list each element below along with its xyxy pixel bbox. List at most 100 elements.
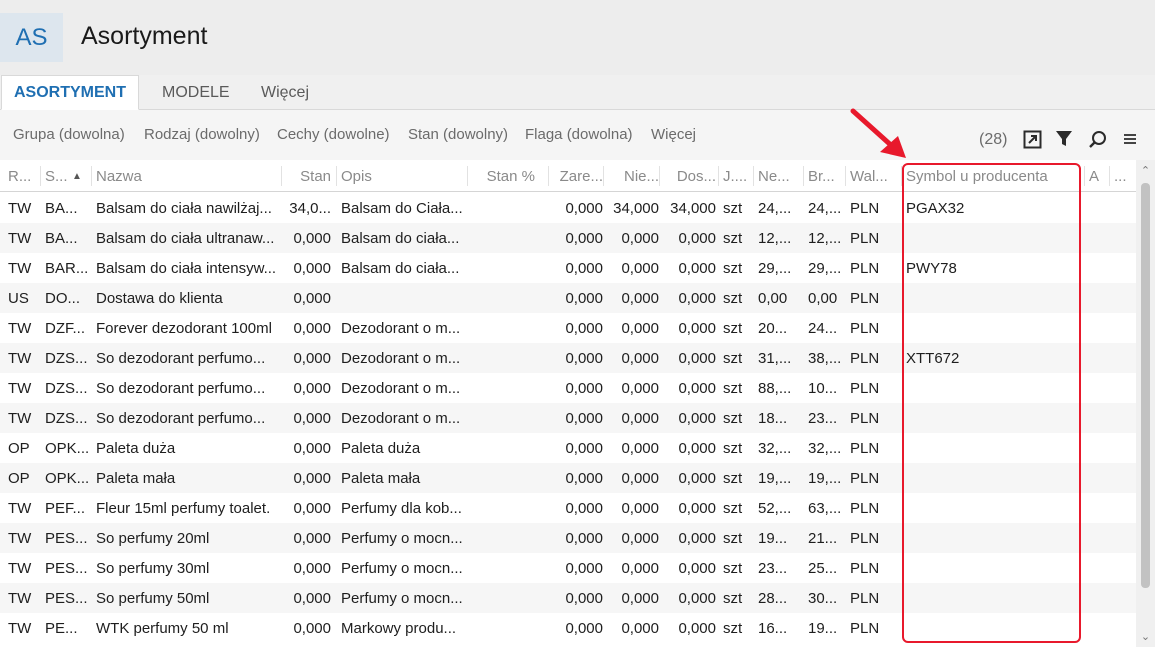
- cell-a: [1089, 223, 1107, 253]
- cell-undelivered: 0,000: [621, 229, 659, 247]
- cell-type: TW: [8, 559, 32, 577]
- cell-stock: 0,000: [293, 439, 331, 457]
- header-col-manufacturer-symbol[interactable]: Symbol u producenta: [906, 160, 1081, 192]
- table-row[interactable]: TW PEF... Fleur 15ml perfumy toalet. 0,000 P…: [0, 493, 1136, 523]
- column-separator[interactable]: [603, 166, 604, 186]
- table-row[interactable]: TW PES... So perfumy 50ml 0,000 Perfumy o mo…: [0, 583, 1136, 613]
- column-separator[interactable]: [845, 166, 846, 186]
- menu-icon[interactable]: [1119, 128, 1141, 150]
- column-separator[interactable]: [1084, 166, 1085, 186]
- cell-reserved: 0,000: [565, 409, 603, 427]
- header-col-unit[interactable]: J....: [723, 160, 747, 192]
- filter-group[interactable]: Grupa (dowolna): [13, 126, 125, 143]
- record-count: (28): [979, 131, 1008, 148]
- cell-type: US: [8, 289, 29, 307]
- table-row[interactable]: OP OPK... Paleta duża 0,000 Paleta duża 0,000…: [0, 433, 1136, 463]
- search-icon[interactable]: [1086, 128, 1108, 150]
- column-separator[interactable]: [803, 166, 804, 186]
- column-separator[interactable]: [336, 166, 337, 186]
- table-row[interactable]: TW BAR... Balsam do ciała intensyw... 0,000…: [0, 253, 1136, 283]
- table-row[interactable]: TW DZS... So dezodorant perfumo... 0,000 Dez…: [0, 403, 1136, 433]
- cell-unit: szt: [723, 559, 743, 577]
- filter-type[interactable]: Rodzaj (dowolny): [144, 126, 260, 143]
- header-col-stock[interactable]: Stan: [286, 160, 331, 192]
- header-col-currency[interactable]: Wal...: [850, 160, 896, 192]
- tab-modele[interactable]: MODELE: [162, 75, 230, 110]
- cell-reserved: 0,000: [565, 619, 603, 637]
- header-col-reserved[interactable]: Zare...: [553, 160, 603, 192]
- cell-net-price: 24,...: [758, 199, 792, 217]
- scrollbar-thumb[interactable]: [1141, 183, 1150, 588]
- column-separator[interactable]: [1109, 166, 1110, 186]
- cell-reserved: 0,000: [565, 349, 603, 367]
- table-row[interactable]: OP OPK... Paleta mała 0,000 Paleta mała 0,000…: [0, 463, 1136, 493]
- header-col-more[interactable]: ...: [1114, 160, 1134, 192]
- table-row[interactable]: TW BA... Balsam do ciała nawilżaj... 34,0..…: [0, 193, 1136, 223]
- column-separator[interactable]: [753, 166, 754, 186]
- header-col-stock-percent[interactable]: Stan %: [472, 160, 535, 192]
- cell-name: Paleta mała: [96, 469, 176, 487]
- cell-description: Perfumy dla kob...: [341, 499, 462, 517]
- table-row[interactable]: TW PES... So perfumy 30ml 0,000 Perfumy o mo…: [0, 553, 1136, 583]
- table-row[interactable]: TW PES... So perfumy 20ml 0,000 Perfumy o mo…: [0, 523, 1136, 553]
- header-col-undelivered[interactable]: Nie...: [608, 160, 659, 192]
- header-col-net-price[interactable]: Ne...: [758, 160, 796, 192]
- header-col-gross-price[interactable]: Br...: [808, 160, 842, 192]
- column-separator[interactable]: [91, 166, 92, 186]
- column-separator[interactable]: [659, 166, 660, 186]
- cell-manufacturer-symbol: [906, 403, 1081, 433]
- column-separator[interactable]: [901, 166, 902, 186]
- cell-stock: 0,000: [293, 619, 331, 637]
- header-col-name[interactable]: Nazwa: [96, 160, 284, 192]
- cell-manufacturer-symbol: PWY78: [906, 259, 957, 277]
- filter-stock[interactable]: Stan (dowolny): [408, 126, 508, 143]
- cell-gross-price: 63,...: [808, 499, 842, 517]
- cell-a: [1089, 313, 1107, 343]
- cell-currency: PLN: [850, 349, 880, 367]
- column-separator[interactable]: [718, 166, 719, 186]
- cell-name: Paleta duża: [96, 439, 176, 457]
- cell-description: Balsam do ciała...: [341, 229, 460, 247]
- sort-ascending-icon[interactable]: ▲: [72, 160, 86, 192]
- cell-symbol: DZS...: [45, 379, 88, 397]
- export-icon[interactable]: [1021, 128, 1043, 150]
- cell-unit: szt: [723, 259, 743, 277]
- cell-reserved: 0,000: [565, 589, 603, 607]
- table-row[interactable]: TW DZS... So dezodorant perfumo... 0,000 Dez…: [0, 343, 1136, 373]
- header-col-description[interactable]: Opis: [341, 160, 469, 192]
- tab-asortyment[interactable]: ASORTYMENT: [1, 75, 139, 110]
- cell-description: Paleta mała: [341, 469, 421, 487]
- table-row[interactable]: TW DZF... Forever dezodorant 100ml 0,000 Dez…: [0, 313, 1136, 343]
- scroll-up-icon[interactable]: ⌃: [1139, 164, 1152, 177]
- column-separator[interactable]: [40, 166, 41, 186]
- filter-features[interactable]: Cechy (dowolne): [277, 126, 390, 143]
- column-separator[interactable]: [548, 166, 549, 186]
- cell-gross-price: 30...: [808, 589, 838, 607]
- filter-icon[interactable]: [1053, 128, 1075, 150]
- table-row[interactable]: TW DZS... So dezodorant perfumo... 0,000 Dez…: [0, 373, 1136, 403]
- header-col-available[interactable]: Dos...: [664, 160, 716, 192]
- cell-type: TW: [8, 199, 32, 217]
- scroll-down-icon[interactable]: ⌄: [1139, 630, 1152, 643]
- filter-flag[interactable]: Flaga (dowolna): [525, 126, 633, 143]
- cell-reserved: 0,000: [565, 439, 603, 457]
- cell-manufacturer-symbol: [906, 283, 1081, 313]
- table-row[interactable]: TW PE... WTK perfumy 50 ml 0,000 Markowy pro…: [0, 613, 1136, 643]
- cell-available: 0,000: [678, 229, 716, 247]
- cell-a: [1089, 493, 1107, 523]
- vertical-scrollbar[interactable]: ⌃ ⌄: [1136, 160, 1155, 647]
- header-col-type[interactable]: R...: [8, 160, 36, 192]
- cell-reserved: 0,000: [565, 229, 603, 247]
- column-separator[interactable]: [281, 166, 282, 186]
- cell-stock: 0,000: [293, 589, 331, 607]
- tab-more[interactable]: Więcej: [261, 75, 309, 110]
- header-col-a[interactable]: A: [1089, 160, 1107, 192]
- cell-undelivered: 0,000: [621, 529, 659, 547]
- table-row[interactable]: TW BA... Balsam do ciała ultranaw... 0,000 B…: [0, 223, 1136, 253]
- column-separator[interactable]: [467, 166, 468, 186]
- cell-reserved: 0,000: [565, 469, 603, 487]
- table-row[interactable]: US DO... Dostawa do klienta 0,000 0,000 0,000…: [0, 283, 1136, 313]
- filter-more[interactable]: Więcej: [651, 126, 696, 143]
- cell-unit: szt: [723, 349, 743, 367]
- cell-type: TW: [8, 529, 32, 547]
